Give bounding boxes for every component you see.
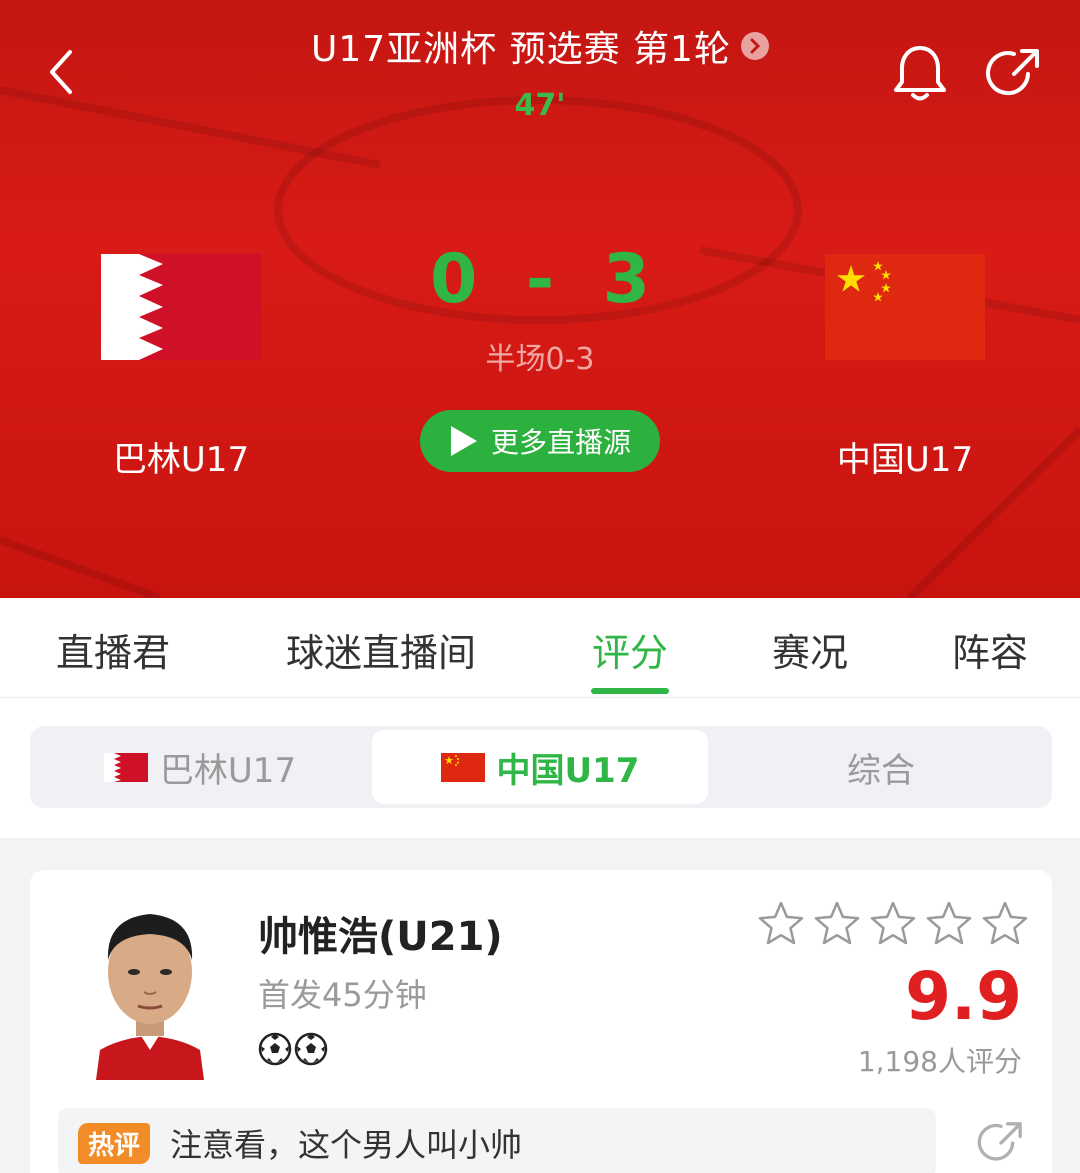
star-icon[interactable]	[982, 900, 1028, 946]
player-name: 帅惟浩(U21)	[258, 914, 503, 960]
home-team[interactable]: 巴林U17	[96, 254, 266, 481]
top-bar: U17亚洲杯 预选赛 第1轮 47'	[0, 0, 1080, 130]
play-icon	[450, 426, 477, 456]
away-team[interactable]: 中国U17	[820, 254, 990, 481]
match-header: U17亚洲杯 预选赛 第1轮 47' 巴林U17 0 - 3 半场0-3 更多直…	[0, 0, 1080, 598]
tab-ratings[interactable]: 评分	[592, 622, 668, 677]
team-switch-section: 巴林U17 中国U17 综合	[0, 698, 1080, 838]
hot-comment-badge: 热评	[78, 1122, 151, 1164]
home-team-name: 巴林U17	[112, 440, 250, 480]
share-icon	[977, 1122, 1022, 1161]
star-icon[interactable]	[758, 900, 804, 946]
switch-option-bahrain[interactable]: 巴林U17	[30, 726, 370, 808]
player-rating: 9.9	[905, 958, 1022, 1035]
active-tab-indicator	[591, 688, 669, 694]
switch-option-overall[interactable]: 综合	[710, 726, 1052, 808]
away-team-name: 中国U17	[836, 440, 974, 480]
share-button[interactable]	[984, 44, 1044, 104]
player-minutes: 首发45分钟	[258, 976, 427, 1014]
bahrain-flag-icon	[103, 752, 148, 782]
tab-bar: 直播君 球迷直播间 评分 赛况 阵容	[0, 598, 1080, 698]
score-separator: -	[525, 240, 555, 319]
china-flag-icon	[825, 254, 985, 360]
bahrain-flag-icon	[101, 254, 261, 360]
switch-option-label: 综合	[847, 750, 915, 791]
rating-stars[interactable]	[758, 900, 1028, 946]
player-rating-card[interactable]: 帅惟浩(U21) 首发45分钟 9.9 1,198人评分 热评 注意看，这个男人…	[30, 870, 1052, 1173]
notification-button[interactable]	[890, 42, 950, 104]
rating-count: 1,198人评分	[857, 1045, 1022, 1078]
star-icon[interactable]	[926, 900, 972, 946]
match-title-text: U17亚洲杯 预选赛 第1轮	[311, 29, 731, 70]
tab-match-status[interactable]: 赛况	[772, 622, 848, 677]
away-score: 3	[602, 240, 650, 319]
switch-option-china[interactable]: 中国U17	[372, 730, 708, 804]
chevron-right-icon	[740, 32, 769, 60]
football-icon	[294, 1032, 328, 1066]
football-icon	[258, 1032, 292, 1066]
switch-option-label: 巴林U17	[159, 750, 297, 791]
china-flag-icon	[440, 752, 485, 782]
goals-indicator	[258, 1032, 328, 1066]
card-share-button[interactable]	[976, 1118, 1026, 1168]
tab-live-host[interactable]: 直播君	[56, 622, 170, 677]
switch-option-label: 中国U17	[496, 750, 640, 791]
star-icon[interactable]	[814, 900, 860, 946]
hot-comment-text: 注意看，这个男人叫小帅	[170, 1126, 523, 1164]
more-live-label: 更多直播源	[490, 426, 631, 459]
team-switch: 巴林U17 中国U17 综合	[30, 726, 1052, 808]
home-score: 0	[430, 240, 478, 319]
tab-fan-live-room[interactable]: 球迷直播间	[286, 622, 476, 677]
share-icon	[986, 49, 1039, 96]
tab-lineup[interactable]: 阵容	[952, 622, 1028, 677]
scoreboard: 0 - 3	[400, 240, 680, 319]
bell-icon	[894, 46, 946, 101]
more-live-button[interactable]: 更多直播源	[420, 410, 660, 472]
star-icon[interactable]	[870, 900, 916, 946]
hot-comment[interactable]: 热评 注意看，这个男人叫小帅	[58, 1108, 936, 1173]
player-avatar	[96, 914, 204, 1080]
halftime-score: 半场0-3	[485, 342, 595, 377]
